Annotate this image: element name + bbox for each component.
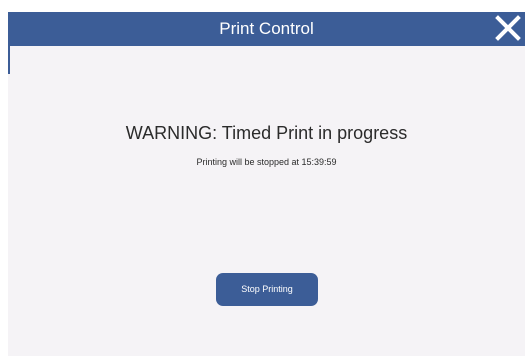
left-edge-line	[8, 46, 10, 74]
close-button[interactable]	[493, 13, 523, 43]
warning-heading: WARNING: Timed Print in progress	[125, 123, 408, 143]
print-control-dialog: Print Control WARNING: Timed Print in pr…	[8, 12, 525, 356]
close-icon	[495, 15, 521, 41]
title-bar: Print Control	[8, 12, 525, 46]
stop-printing-button[interactable]: Stop Printing	[216, 273, 318, 306]
stop-time-text: Printing will be stopped at 15:39:59	[196, 157, 337, 167]
dialog-title: Print Control	[219, 19, 314, 38]
